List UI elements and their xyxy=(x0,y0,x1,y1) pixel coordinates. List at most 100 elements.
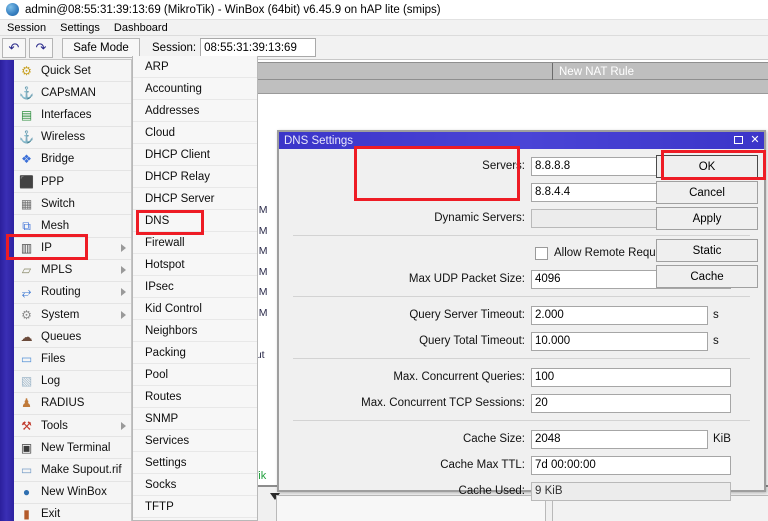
ip-submenu-item-tftp[interactable]: TFTP xyxy=(133,496,257,518)
ok-button[interactable]: OK xyxy=(656,155,758,178)
sidebar-item-radius[interactable]: ♟ RADIUS xyxy=(14,393,131,415)
new-winbox-icon: ● xyxy=(22,485,31,500)
winbox-globe-icon xyxy=(6,3,19,16)
ip-submenu-item-settings[interactable]: Settings xyxy=(133,452,257,474)
menu-session[interactable]: Session xyxy=(0,20,53,36)
cache-used-label: Cache Used: xyxy=(458,485,525,497)
menu-dashboard[interactable]: Dashboard xyxy=(107,20,175,36)
maximize-icon[interactable] xyxy=(731,133,745,147)
sidebar-item-new-winbox[interactable]: ● New WinBox xyxy=(14,482,131,504)
ip-submenu-item-firewall[interactable]: Firewall xyxy=(133,232,257,254)
dynamic-servers-label: Dynamic Servers: xyxy=(434,212,525,224)
apply-button[interactable]: Apply xyxy=(656,207,758,230)
sidebar-item-exit[interactable]: ▮ Exit xyxy=(14,504,131,521)
dns-settings-dialog: DNS Settings ✕ Servers: 8.8.8.8 8.8.4.4 xyxy=(277,130,766,501)
query-server-timeout-input[interactable]: 2.000 xyxy=(531,305,708,325)
sidebar-item-mpls[interactable]: ▱ MPLS xyxy=(14,260,131,282)
ip-submenu-item-arp[interactable]: ARP xyxy=(133,56,257,78)
bridge-icon: ❖ xyxy=(21,152,32,167)
session-value-field[interactable]: 08:55:31:39:13:69 xyxy=(200,38,317,57)
sidebar-item-system[interactable]: ⚙ System xyxy=(14,304,131,327)
close-icon[interactable]: ✕ xyxy=(748,133,762,147)
sidebar-item-capsman[interactable]: ⚓ CAPsMAN xyxy=(14,82,131,105)
sidebar-item-label: Switch xyxy=(41,197,75,210)
ip-submenu-item-dns[interactable]: DNS xyxy=(133,210,257,232)
max-concurrent-tcp-label: Max. Concurrent TCP Sessions: xyxy=(361,397,525,409)
ip-submenu-item-packing[interactable]: Packing xyxy=(133,342,257,364)
sidebar-item-quick-set[interactable]: ⚙ Quick Set xyxy=(14,60,131,83)
query-total-timeout-unit: s xyxy=(713,335,719,347)
ip-submenu-item-accounting[interactable]: Accounting xyxy=(133,78,257,100)
sidebar-item-new-terminal[interactable]: ▣ New Terminal xyxy=(14,437,131,460)
ip-submenu-item-cloud[interactable]: Cloud xyxy=(133,122,257,144)
row-query-server-timeout: Query Server Timeout: 2.000 s xyxy=(279,304,764,326)
radius-users-icon: ♟ xyxy=(21,396,32,411)
divider-2 xyxy=(293,296,750,297)
sidebar-item-interfaces[interactable]: ▤ Interfaces xyxy=(14,104,131,127)
cache-button[interactable]: Cache xyxy=(656,265,758,288)
max-concurrent-tcp-input[interactable]: 20 xyxy=(531,393,731,413)
cache-used-value: 9 KiB xyxy=(531,481,731,501)
sidebar-item-make-supout-rif[interactable]: ▭ Make Supout.rif xyxy=(14,459,131,482)
ip-submenu-item-routes[interactable]: Routes xyxy=(133,386,257,408)
servers-label: Servers: xyxy=(482,160,525,172)
ip-submenu-item-socks[interactable]: Socks xyxy=(133,474,257,496)
undo-arrow-icon[interactable]: ↶ xyxy=(2,37,26,58)
safe-mode-button[interactable]: Safe Mode xyxy=(62,37,140,58)
session-label: Session: xyxy=(152,41,197,54)
supout-file-icon: ▭ xyxy=(20,462,33,477)
ip-submenu-item-ipsec[interactable]: IPsec xyxy=(133,276,257,298)
switch-icon: ▦ xyxy=(20,196,33,211)
static-button[interactable]: Static xyxy=(656,239,758,262)
menu-settings[interactable]: Settings xyxy=(53,20,107,36)
sidebar-item-mesh[interactable]: ⧉ Mesh xyxy=(14,215,131,238)
tab-new-nat-rule[interactable]: New NAT Rule xyxy=(552,63,640,80)
ip-submenu-item-dhcp-client[interactable]: DHCP Client xyxy=(133,144,257,166)
sidebar-item-label: RADIUS xyxy=(41,397,85,410)
sidebar-item-switch[interactable]: ▦ Switch xyxy=(14,193,131,216)
ip-submenu-item-neighbors[interactable]: Neighbors xyxy=(133,320,257,342)
cache-size-unit: KiB xyxy=(713,433,731,445)
row-cache-used: Cache Used: 9 KiB xyxy=(279,480,764,502)
row-max-concurrent-queries: Max. Concurrent Queries: 100 xyxy=(279,366,764,388)
interfaces-icon: ▤ xyxy=(20,107,33,122)
sidebar-item-files[interactable]: ▭ Files xyxy=(14,348,131,371)
row-cache-size: Cache Size: 2048 KiB xyxy=(279,428,764,450)
row-query-total-timeout: Query Total Timeout: 10.000 s xyxy=(279,330,764,352)
log-icon: ▧ xyxy=(20,374,33,389)
ip-submenu-item-addresses[interactable]: Addresses xyxy=(133,100,257,122)
ip-submenu-item-kid-control[interactable]: Kid Control xyxy=(133,298,257,320)
sidebar-item-label: New Terminal xyxy=(41,441,111,454)
sidebar-item-ppp[interactable]: ⬛ PPP xyxy=(14,171,131,194)
ip-submenu-item-services[interactable]: Services xyxy=(133,430,257,452)
mesh-icon: ⧉ xyxy=(22,218,31,233)
ip-submenu-item-dhcp-server[interactable]: DHCP Server xyxy=(133,188,257,210)
chevron-right-icon xyxy=(121,421,126,430)
sidebar-item-ip[interactable]: ▥ IP xyxy=(14,238,131,260)
query-total-timeout-input[interactable]: 10.000 xyxy=(531,331,708,351)
ip-submenu-item-dhcp-relay[interactable]: DHCP Relay xyxy=(133,166,257,188)
sidebar-item-queues[interactable]: ☁ Queues xyxy=(14,326,131,349)
cache-max-ttl-label: Cache Max TTL: xyxy=(440,459,525,471)
background-green-text: Tik xyxy=(258,470,267,482)
allow-remote-requests-checkbox[interactable] xyxy=(535,246,548,260)
ip-submenu-item-snmp[interactable]: SNMP xyxy=(133,408,257,430)
sidebar-item-label: Bridge xyxy=(41,153,75,166)
sidebar-item-log[interactable]: ▧ Log xyxy=(14,371,131,393)
sidebar-item-routing[interactable]: ⥂ Routing xyxy=(14,282,131,305)
ip-submenu-item-pool[interactable]: Pool xyxy=(133,364,257,386)
dialog-window-buttons: ✕ xyxy=(731,133,762,147)
sidebar-item-bridge[interactable]: ❖ Bridge xyxy=(14,149,131,171)
cache-max-ttl-input[interactable]: 7d 00:00:00 xyxy=(531,455,731,475)
sidebar-item-label: CAPsMAN xyxy=(41,86,96,99)
sidebar-item-wireless[interactable]: ⚓ Wireless xyxy=(14,127,131,149)
redo-arrow-icon[interactable]: ↷ xyxy=(29,37,53,58)
cancel-button[interactable]: Cancel xyxy=(656,181,758,204)
max-concurrent-queries-input[interactable]: 100 xyxy=(531,367,731,387)
sidebar-item-tools[interactable]: ⚒ Tools xyxy=(14,415,131,438)
query-server-timeout-label: Query Server Timeout: xyxy=(409,309,525,321)
dialog-titlebar: DNS Settings ✕ xyxy=(279,132,764,149)
cache-size-input[interactable]: 2048 xyxy=(531,429,708,449)
ip-submenu-item-hotspot[interactable]: Hotspot xyxy=(133,254,257,276)
sidebar-item-label: Log xyxy=(41,375,61,388)
